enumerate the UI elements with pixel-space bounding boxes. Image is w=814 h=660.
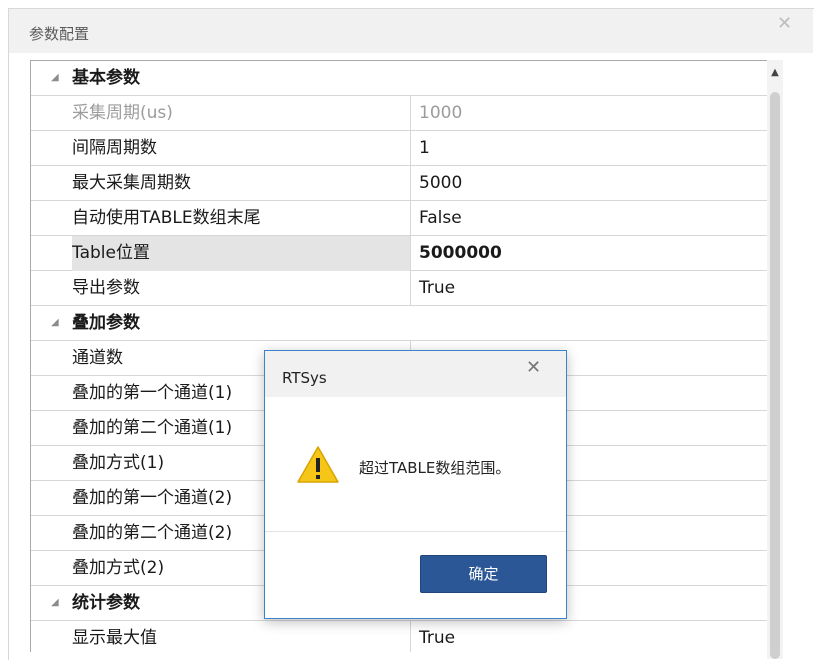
dialog-title-bar: RTSys ✕ <box>265 351 566 397</box>
property-value[interactable]: 1 <box>410 131 767 166</box>
property-row[interactable]: 导出参数 True <box>31 271 767 306</box>
message-dialog: RTSys ✕ 超过TABLE数组范围。 确定 <box>264 350 567 619</box>
dialog-divider <box>265 531 566 532</box>
property-name: 采集周期(us) <box>72 103 173 123</box>
category-label: 基本参数 <box>72 68 140 88</box>
property-value[interactable]: 5000000 <box>410 236 767 271</box>
property-row[interactable]: 采集周期(us) 1000 <box>31 96 767 131</box>
dialog-title: RTSys <box>282 369 327 387</box>
window-title: 参数配置 <box>29 25 90 43</box>
close-icon[interactable]: ✕ <box>777 13 792 34</box>
property-value[interactable]: 5000 <box>410 166 767 201</box>
property-name: 导出参数 <box>72 278 140 298</box>
warning-icon <box>297 446 339 483</box>
property-name: 最大采集周期数 <box>72 173 191 193</box>
property-row[interactable]: 间隔周期数 1 <box>31 131 767 166</box>
property-row[interactable]: Table位置 5000000 <box>31 236 767 271</box>
ok-button[interactable]: 确定 <box>420 555 547 593</box>
property-value: 1000 <box>410 96 767 131</box>
property-row[interactable]: 最大采集周期数 5000 <box>31 166 767 201</box>
category-row[interactable]: ◢ 基本参数 <box>31 61 767 96</box>
dialog-close-icon[interactable]: ✕ <box>526 357 541 378</box>
collapse-triangle-icon[interactable]: ◢ <box>51 586 59 620</box>
collapse-triangle-icon[interactable]: ◢ <box>51 306 59 340</box>
property-name: 显示最大值 <box>72 628 157 648</box>
property-value[interactable]: False <box>410 201 767 236</box>
property-value[interactable]: True <box>410 621 767 652</box>
scroll-up-arrow-icon[interactable]: ▲ <box>767 66 783 80</box>
title-bar: 参数配置 ✕ <box>9 9 813 53</box>
category-label: 叠加参数 <box>72 313 140 333</box>
property-name: 间隔周期数 <box>72 138 157 158</box>
property-row[interactable]: 显示最大值 True <box>31 621 767 652</box>
property-value[interactable]: True <box>410 271 767 306</box>
collapse-triangle-icon[interactable]: ◢ <box>51 61 59 95</box>
dialog-message: 超过TABLE数组范围。 <box>359 459 511 477</box>
property-name: 自动使用TABLE数组末尾 <box>72 208 261 228</box>
category-row[interactable]: ◢ 叠加参数 <box>31 306 767 341</box>
property-name: Table位置 <box>72 236 410 271</box>
scrollbar-thumb[interactable] <box>770 92 780 659</box>
property-row[interactable]: 自动使用TABLE数组末尾 False <box>31 201 767 236</box>
